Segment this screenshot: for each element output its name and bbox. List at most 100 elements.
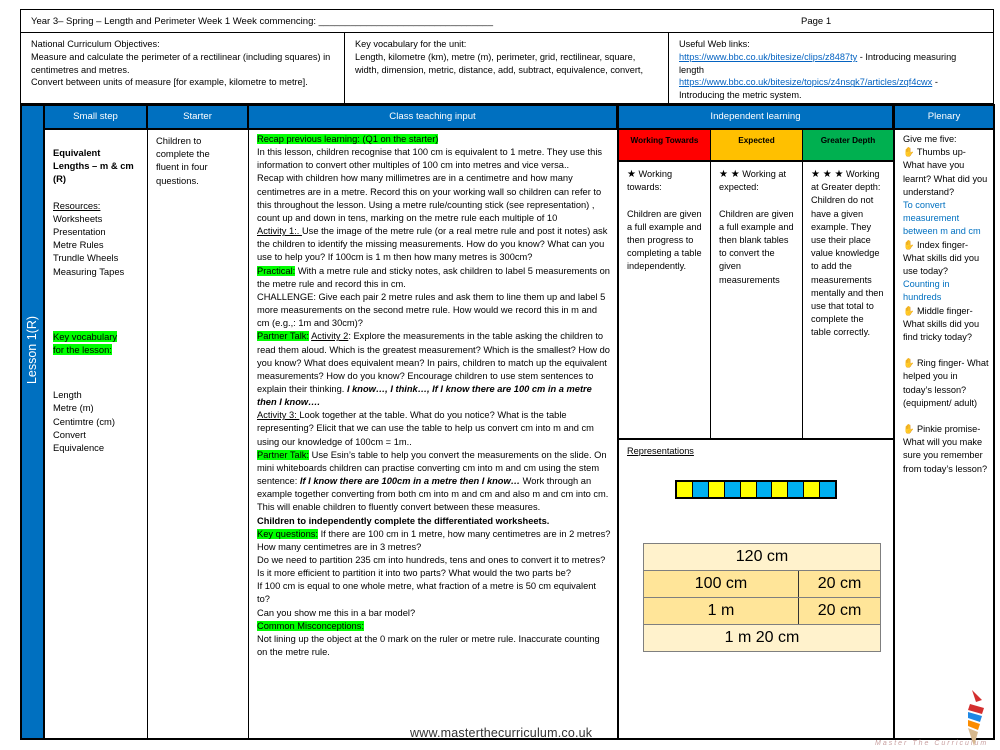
star-icon: ★ ★ — [719, 169, 740, 180]
small-step-header: Small step — [45, 106, 147, 130]
key-question: Can you show me this in a bar model? — [257, 607, 416, 618]
web-links: Useful Web links: https://www.bbc.co.uk/… — [669, 33, 993, 103]
plenary-content: Give me five: ✋ Thumbs up- What have you… — [895, 130, 993, 476]
resource-item: Presentation — [53, 226, 106, 238]
activity-2-label: Activity 2 — [311, 331, 349, 342]
independent-column: Independent learning Working Towards Exp… — [619, 106, 895, 738]
plenary-prompt: Thumbs up- What have you learnt? What di… — [903, 147, 988, 197]
level-text: Children are given a full example and th… — [627, 208, 702, 272]
hand-icon: ✋ — [903, 305, 915, 316]
partner-talk-label: Partner Talk: — [257, 331, 310, 342]
key-question: Do we need to partition 235 cm into hund… — [257, 555, 606, 579]
cube-square — [820, 482, 836, 497]
starter-header: Starter — [148, 106, 248, 130]
curriculum-objectives: National Curriculum Objectives: Measure … — [21, 33, 345, 103]
activity-1-text: Use the image of the metre rule (or a re… — [257, 226, 608, 263]
independent-instruction: Children to independently complete the d… — [257, 515, 550, 526]
recap-label: Recap previous learning: (Q1 on the star… — [257, 134, 439, 144]
conversion-cell: 20 cm — [798, 570, 881, 598]
independent-header: Independent learning — [619, 106, 893, 130]
plenary-answer: Counting in hundreds — [903, 279, 950, 303]
level-greater-depth: Greater Depth — [803, 130, 893, 162]
logo-text: Master The Curriculum — [875, 740, 989, 747]
level-text: Children do not have a given example. Th… — [811, 195, 884, 338]
misconceptions-label: Common Misconceptions: — [257, 620, 364, 631]
objective-line: Measure and calculate the perimeter of a… — [31, 51, 331, 75]
activity-3-label: Activity 3: — [257, 410, 300, 421]
level-content-row: ★ Working towards: Children are given a … — [619, 162, 893, 440]
objective-line: Convert between units of measure [for ex… — [31, 77, 308, 88]
conversion-cell: 20 cm — [798, 597, 881, 625]
starter-column: Starter Children to complete the fluent … — [148, 106, 249, 738]
cube-square — [708, 482, 725, 497]
plenary-prompt: Pinkie promise- What will you make sure … — [903, 424, 988, 474]
small-step-title: Equivalent Lengths – m & cm (R) — [53, 147, 134, 185]
resource-item: Measuring Tapes — [53, 265, 125, 277]
web-link[interactable]: https://www.bbc.co.uk/bitesize/clips/z84… — [679, 52, 857, 62]
plenary-prompt: Middle finger- What skills did you find … — [903, 305, 980, 343]
star-icon: ★ — [627, 169, 636, 180]
cube-square — [756, 482, 773, 497]
lesson-vocab-heading: Key vocabulary for the lesson: — [53, 330, 118, 356]
hand-icon: ✋ — [903, 147, 915, 158]
conversion-cell: 1 m — [643, 597, 799, 625]
starter-text: Children to complete the fluent in four … — [156, 135, 210, 186]
level-working-towards: Working Towards — [619, 130, 711, 162]
key-question: If 100 cm is equal to one whole metre, w… — [257, 581, 596, 605]
cube-square — [677, 482, 693, 497]
cube-square — [724, 482, 741, 497]
hand-icon: ✋ — [903, 358, 915, 369]
level-headers: Working Towards Expected Greater Depth — [619, 130, 893, 162]
conversion-cell: 100 cm — [643, 570, 799, 598]
cube-square — [740, 482, 757, 497]
level-text: Children are given a full example and th… — [719, 208, 794, 285]
activity-1-label: Activity 1:. — [257, 226, 302, 237]
vocab-item: Centimtre (cm) — [53, 415, 115, 427]
level-expected: Expected — [711, 130, 803, 162]
lesson-label: Lesson 1(R) — [25, 315, 40, 385]
level-card: ★ Working towards: Children are given a … — [619, 162, 711, 438]
practical-label: Practical: — [257, 265, 296, 276]
header-bar: Year 3– Spring – Length and Perimeter We… — [20, 9, 994, 32]
resource-item: Trundle Wheels — [53, 252, 119, 264]
teaching-column: Class teaching input Recap previous lear… — [249, 106, 619, 738]
resource-item: Worksheets — [53, 212, 103, 224]
teaching-paragraph: Recap with children how many millimetres… — [257, 173, 602, 223]
web-link[interactable]: https://www.bbc.co.uk/bitesize/topics/z4… — [679, 77, 932, 87]
plenary-prompt: Ring finger- What helped you in today’s … — [903, 358, 989, 408]
cube-square — [772, 482, 789, 497]
representations-title: Representations — [627, 446, 694, 456]
web-links-heading: Useful Web links: — [679, 39, 750, 49]
unit-vocab-heading: Key vocabulary for the unit: — [355, 39, 467, 49]
conversion-cell: 120 cm — [643, 543, 881, 571]
partner-talk-label: Partner Talk: — [257, 449, 310, 460]
teaching-paragraph: In this lesson, children recognise that … — [257, 147, 603, 171]
objectives-heading: National Curriculum Objectives: — [31, 39, 160, 49]
plenary-column: Plenary Give me five: ✋ Thumbs up- What … — [895, 106, 993, 738]
plenary-intro: Give me five: — [903, 134, 957, 144]
stem-sentence: If I know there are 100cm in a metre the… — [299, 476, 520, 487]
resource-item: Metre Rules — [53, 239, 104, 251]
key-questions-label: Key questions: — [257, 528, 318, 539]
hand-icon: ✋ — [903, 239, 915, 250]
level-card: ★ ★ ★ Working at Greater depth: Children… — [803, 162, 893, 438]
footer-url: www.masterthecurriculum.co.uk — [410, 726, 593, 740]
page-number: Page 1 — [801, 16, 832, 27]
resources-heading: Resources: — [53, 199, 101, 211]
teaching-header: Class teaching input — [249, 106, 617, 130]
unit-vocabulary: Key vocabulary for the unit: Length, kil… — [345, 33, 669, 103]
vocab-item: Convert — [53, 428, 86, 440]
representations-panel: Representations 120 cm 100 cm 20 cm 1 m 20… — [619, 440, 893, 658]
plenary-prompt: Index finger- What skills did you use to… — [903, 239, 980, 277]
conversion-cell: 1 m 20 cm — [643, 624, 881, 652]
document-title: Year 3– Spring – Length and Perimeter We… — [31, 16, 493, 27]
plenary-header: Plenary — [895, 106, 993, 130]
misconceptions-text: Not lining up the object at the 0 mark o… — [257, 633, 600, 658]
cube-square — [788, 482, 805, 497]
star-icon: ★ ★ ★ — [811, 169, 844, 180]
small-step-column: Small step Equivalent Lengths – m & cm (… — [45, 106, 148, 738]
level-card: ★ ★ Working at expected: Children are gi… — [711, 162, 803, 438]
hand-icon: ✋ — [903, 424, 915, 435]
unit-vocab-text: Length, kilometre (km), metre (m), perim… — [355, 51, 644, 75]
vocab-item: Metre (m) — [53, 402, 94, 414]
